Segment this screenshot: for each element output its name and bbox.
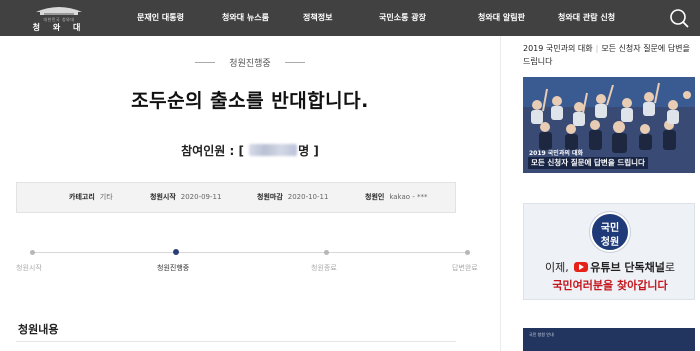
category-info: 카테고리 기타 [69, 183, 113, 212]
end-date-info: 청원마감 2020-10-11 [257, 183, 328, 212]
blue-house-roof-icon [36, 7, 82, 15]
banner3-text: 국민 청원 안내 [529, 332, 554, 337]
participants-suffix: 명 ] [298, 144, 319, 158]
menu-policy-info[interactable]: 정책정보 [303, 0, 332, 36]
step-dot-answered [465, 250, 470, 255]
content-divider [16, 341, 456, 342]
banner-line1: 이제, 유튜브 단독채널로 [524, 259, 694, 275]
category-value: 기타 [99, 193, 113, 201]
menu-public-square[interactable]: 국민소통 광장 [379, 0, 426, 36]
top-navigation-bar: 대한민국 청와대 청 와 대 문재인 대통령 청와대 뉴스룸 정책정보 국민소통… [0, 0, 700, 36]
sidebar-notice-link[interactable]: 2019 국민과의 대화 | 모든 신청자 질문에 답변을 드립니다 [523, 42, 695, 68]
banner-channel: 유튜브 단독채널 [590, 261, 665, 274]
author-value: kakao - *** [389, 193, 428, 201]
progress-timeline [30, 252, 470, 253]
petition-info-box: 카테고리 기타 청원시작 2020-09-11 청원마감 2020-10-11 청원인… [16, 182, 456, 213]
step-dot-closed [324, 250, 329, 255]
author-label: 청원인 [365, 193, 385, 201]
petition-main: 청원진행중 조두순의 출소를 반대합니다. 참여인원 : [ 명 ] 카테고리 기… [0, 36, 500, 351]
menu-president[interactable]: 문재인 대통령 [137, 0, 184, 36]
cheong-wa-dae-logo[interactable]: 대한민국 청와대 청 와 대 [30, 3, 88, 33]
menu-newsroom[interactable]: 청와대 뉴스룸 [222, 0, 269, 36]
notice-event-name: 2019 국민과의 대화 [523, 44, 593, 53]
banner-line2: 국민여러분을 찾아갑니다 [552, 279, 668, 292]
content-heading: 청원내용 [18, 323, 59, 336]
banner-now: 이제, [544, 261, 569, 274]
step-label-answered: 답변완료 [452, 264, 478, 272]
menu-notice-board[interactable]: 청와대 알림판 [478, 0, 525, 36]
petition-title: 조두순의 출소를 반대합니다. [131, 90, 369, 112]
notice-separator: | [595, 44, 599, 53]
banner-caption: 모든 신청자 질문에 답변을 드립니다 [528, 157, 648, 169]
youtube-icon [574, 262, 589, 272]
step-label-in-progress: 청원진행중 [157, 264, 190, 272]
step-dot-start [30, 250, 35, 255]
badge-line2: 청원 [600, 237, 620, 248]
start-date-info: 청원시작 2020-09-11 [150, 183, 221, 212]
author-info: 청원인 kakao - *** [365, 183, 428, 212]
banner-particle: 로 [664, 261, 676, 274]
category-label: 카테고리 [69, 193, 95, 201]
start-value: 2020-09-11 [180, 193, 222, 201]
petition-badge-icon: 국민 청원 [590, 212, 630, 252]
end-value: 2020-10-11 [287, 193, 329, 201]
status-rule-right [285, 62, 305, 63]
column-divider [500, 36, 501, 351]
petition-status: 청원진행중 [195, 56, 305, 69]
national-dialogue-banner[interactable]: 2019 국민과의 대화 모든 신청자 질문에 답변을 드립니다 [523, 77, 695, 173]
step-label-start: 청원시작 [16, 264, 42, 272]
petition-guide-banner[interactable]: 국민 청원 안내 [523, 328, 695, 351]
participant-count: 참여인원 : [ 명 ] [0, 142, 500, 159]
logo-name: 청 와 대 [32, 23, 86, 32]
step-label-closed: 청원종료 [311, 264, 337, 272]
participants-prefix: 참여인원 : [ [181, 144, 244, 158]
youtube-channel-banner[interactable]: 국민 청원 이제, 유튜브 단독채널로 국민여러분을 찾아갑니다 [523, 203, 695, 300]
step-dot-in-progress [173, 249, 179, 255]
menu-tour-application[interactable]: 청와대 관람 신청 [558, 0, 615, 36]
search-icon[interactable] [668, 7, 690, 29]
end-label: 청원마감 [257, 193, 283, 201]
badge-line1: 국민 [600, 223, 620, 234]
blurred-count [249, 144, 298, 156]
banner-event-label: 2019 국민과의 대화 [529, 150, 583, 157]
start-label: 청원시작 [150, 193, 176, 201]
